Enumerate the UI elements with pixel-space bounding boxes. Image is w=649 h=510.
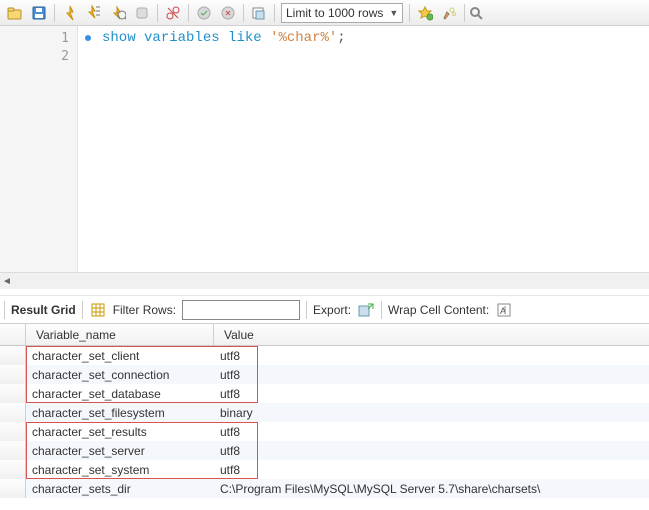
scroll-left-icon[interactable]: ◄ (2, 276, 12, 287)
open-icon[interactable] (4, 2, 26, 24)
toggle-limit-icon[interactable] (248, 2, 270, 24)
wrap-cell-icon[interactable]: A (495, 301, 513, 319)
cell-variable: character_set_client (26, 349, 214, 363)
row-header (0, 384, 26, 403)
table-row[interactable]: character_set_systemutf8 (0, 460, 649, 479)
limit-rows-label: Limit to 1000 rows (286, 6, 383, 20)
table-row[interactable]: character_set_databaseutf8 (0, 384, 649, 403)
beautify-icon[interactable] (438, 2, 460, 24)
export-icon[interactable] (357, 301, 375, 319)
find-icon[interactable] (469, 2, 483, 24)
row-header (0, 460, 26, 479)
toolbar-separator (188, 4, 189, 22)
row-header (0, 403, 26, 422)
toggle-autocommit-icon[interactable] (162, 2, 184, 24)
cell-value: utf8 (214, 463, 649, 477)
cell-value: utf8 (214, 349, 649, 363)
breakpoint-dot-icon (85, 35, 91, 41)
cell-variable: character_set_server (26, 444, 214, 458)
row-header (0, 346, 26, 365)
toolbar-separator (82, 301, 83, 319)
result-toolbar: Result Grid Filter Rows: Export: Wrap Ce… (0, 295, 649, 323)
export-label: Export: (313, 303, 351, 317)
table-row[interactable]: character_set_resultsutf8 (0, 422, 649, 441)
commit-icon[interactable] (193, 2, 215, 24)
grid-body: character_set_clientutf8 character_set_c… (0, 346, 649, 498)
cell-value: binary (214, 406, 649, 420)
toolbar-separator (306, 301, 307, 319)
chevron-down-icon: ▼ (389, 8, 398, 18)
favorite-icon[interactable] (414, 2, 436, 24)
cell-variable: character_set_connection (26, 368, 214, 382)
grid-view-icon[interactable] (89, 301, 107, 319)
cell-value: utf8 (214, 425, 649, 439)
cell-variable: character_sets_dir (26, 482, 214, 496)
table-row[interactable]: character_sets_dirC:\Program Files\MySQL… (0, 479, 649, 498)
cell-variable: character_set_database (26, 387, 214, 401)
toolbar-separator (381, 301, 382, 319)
wrap-label: Wrap Cell Content: (388, 303, 489, 317)
save-icon[interactable] (28, 2, 50, 24)
limit-rows-select[interactable]: Limit to 1000 rows ▼ (281, 3, 403, 23)
stop-icon[interactable] (131, 2, 153, 24)
cell-variable: character_set_system (26, 463, 214, 477)
sql-string: '%char%' (270, 30, 337, 46)
table-row[interactable]: character_set_clientutf8 (0, 346, 649, 365)
toolbar-separator (4, 301, 5, 319)
sql-keyword: variables (144, 30, 220, 46)
editor-scrollbar[interactable]: ◄ (0, 272, 649, 289)
line-number: 1 (61, 31, 69, 46)
toolbar-separator (243, 4, 244, 22)
toolbar-separator (157, 4, 158, 22)
sql-toolbar: Limit to 1000 rows ▼ (0, 0, 649, 26)
result-grid-label: Result Grid (11, 303, 76, 317)
sql-keyword: show (102, 30, 136, 46)
filter-rows-input[interactable] (182, 300, 300, 320)
filter-rows-label: Filter Rows: (113, 303, 176, 317)
cell-value: C:\Program Files\MySQL\MySQL Server 5.7\… (214, 482, 649, 496)
editor-gutter: 1 2 (0, 26, 78, 272)
toolbar-separator (464, 4, 465, 22)
cell-variable: character_set_filesystem (26, 406, 214, 420)
row-header (0, 365, 26, 384)
execute-current-icon[interactable] (83, 2, 105, 24)
editor-content[interactable]: show variables like '%char%'; (78, 26, 649, 272)
rollback-icon[interactable] (217, 2, 239, 24)
cell-variable: character_set_results (26, 425, 214, 439)
explain-icon[interactable] (107, 2, 129, 24)
toolbar-separator (409, 4, 410, 22)
cell-value: utf8 (214, 444, 649, 458)
sql-editor[interactable]: 1 2 show variables like '%char%'; (0, 26, 649, 272)
cell-value: utf8 (214, 368, 649, 382)
row-header (0, 479, 26, 498)
table-row[interactable]: character_set_filesystembinary (0, 403, 649, 422)
row-header (0, 441, 26, 460)
toolbar-separator (274, 4, 275, 22)
cell-value: utf8 (214, 387, 649, 401)
row-header (0, 422, 26, 441)
sql-punct: ; (337, 30, 345, 46)
row-header-corner (0, 324, 26, 345)
result-grid: Variable_name Value character_set_client… (0, 323, 649, 498)
column-header-variable-name[interactable]: Variable_name (26, 324, 214, 345)
column-header-value[interactable]: Value (214, 324, 649, 345)
toolbar-separator (54, 4, 55, 22)
table-row[interactable]: character_set_serverutf8 (0, 441, 649, 460)
grid-header: Variable_name Value (0, 324, 649, 346)
sql-keyword: like (228, 30, 262, 46)
line-number: 2 (61, 49, 69, 64)
table-row[interactable]: character_set_connectionutf8 (0, 365, 649, 384)
execute-icon[interactable] (59, 2, 81, 24)
